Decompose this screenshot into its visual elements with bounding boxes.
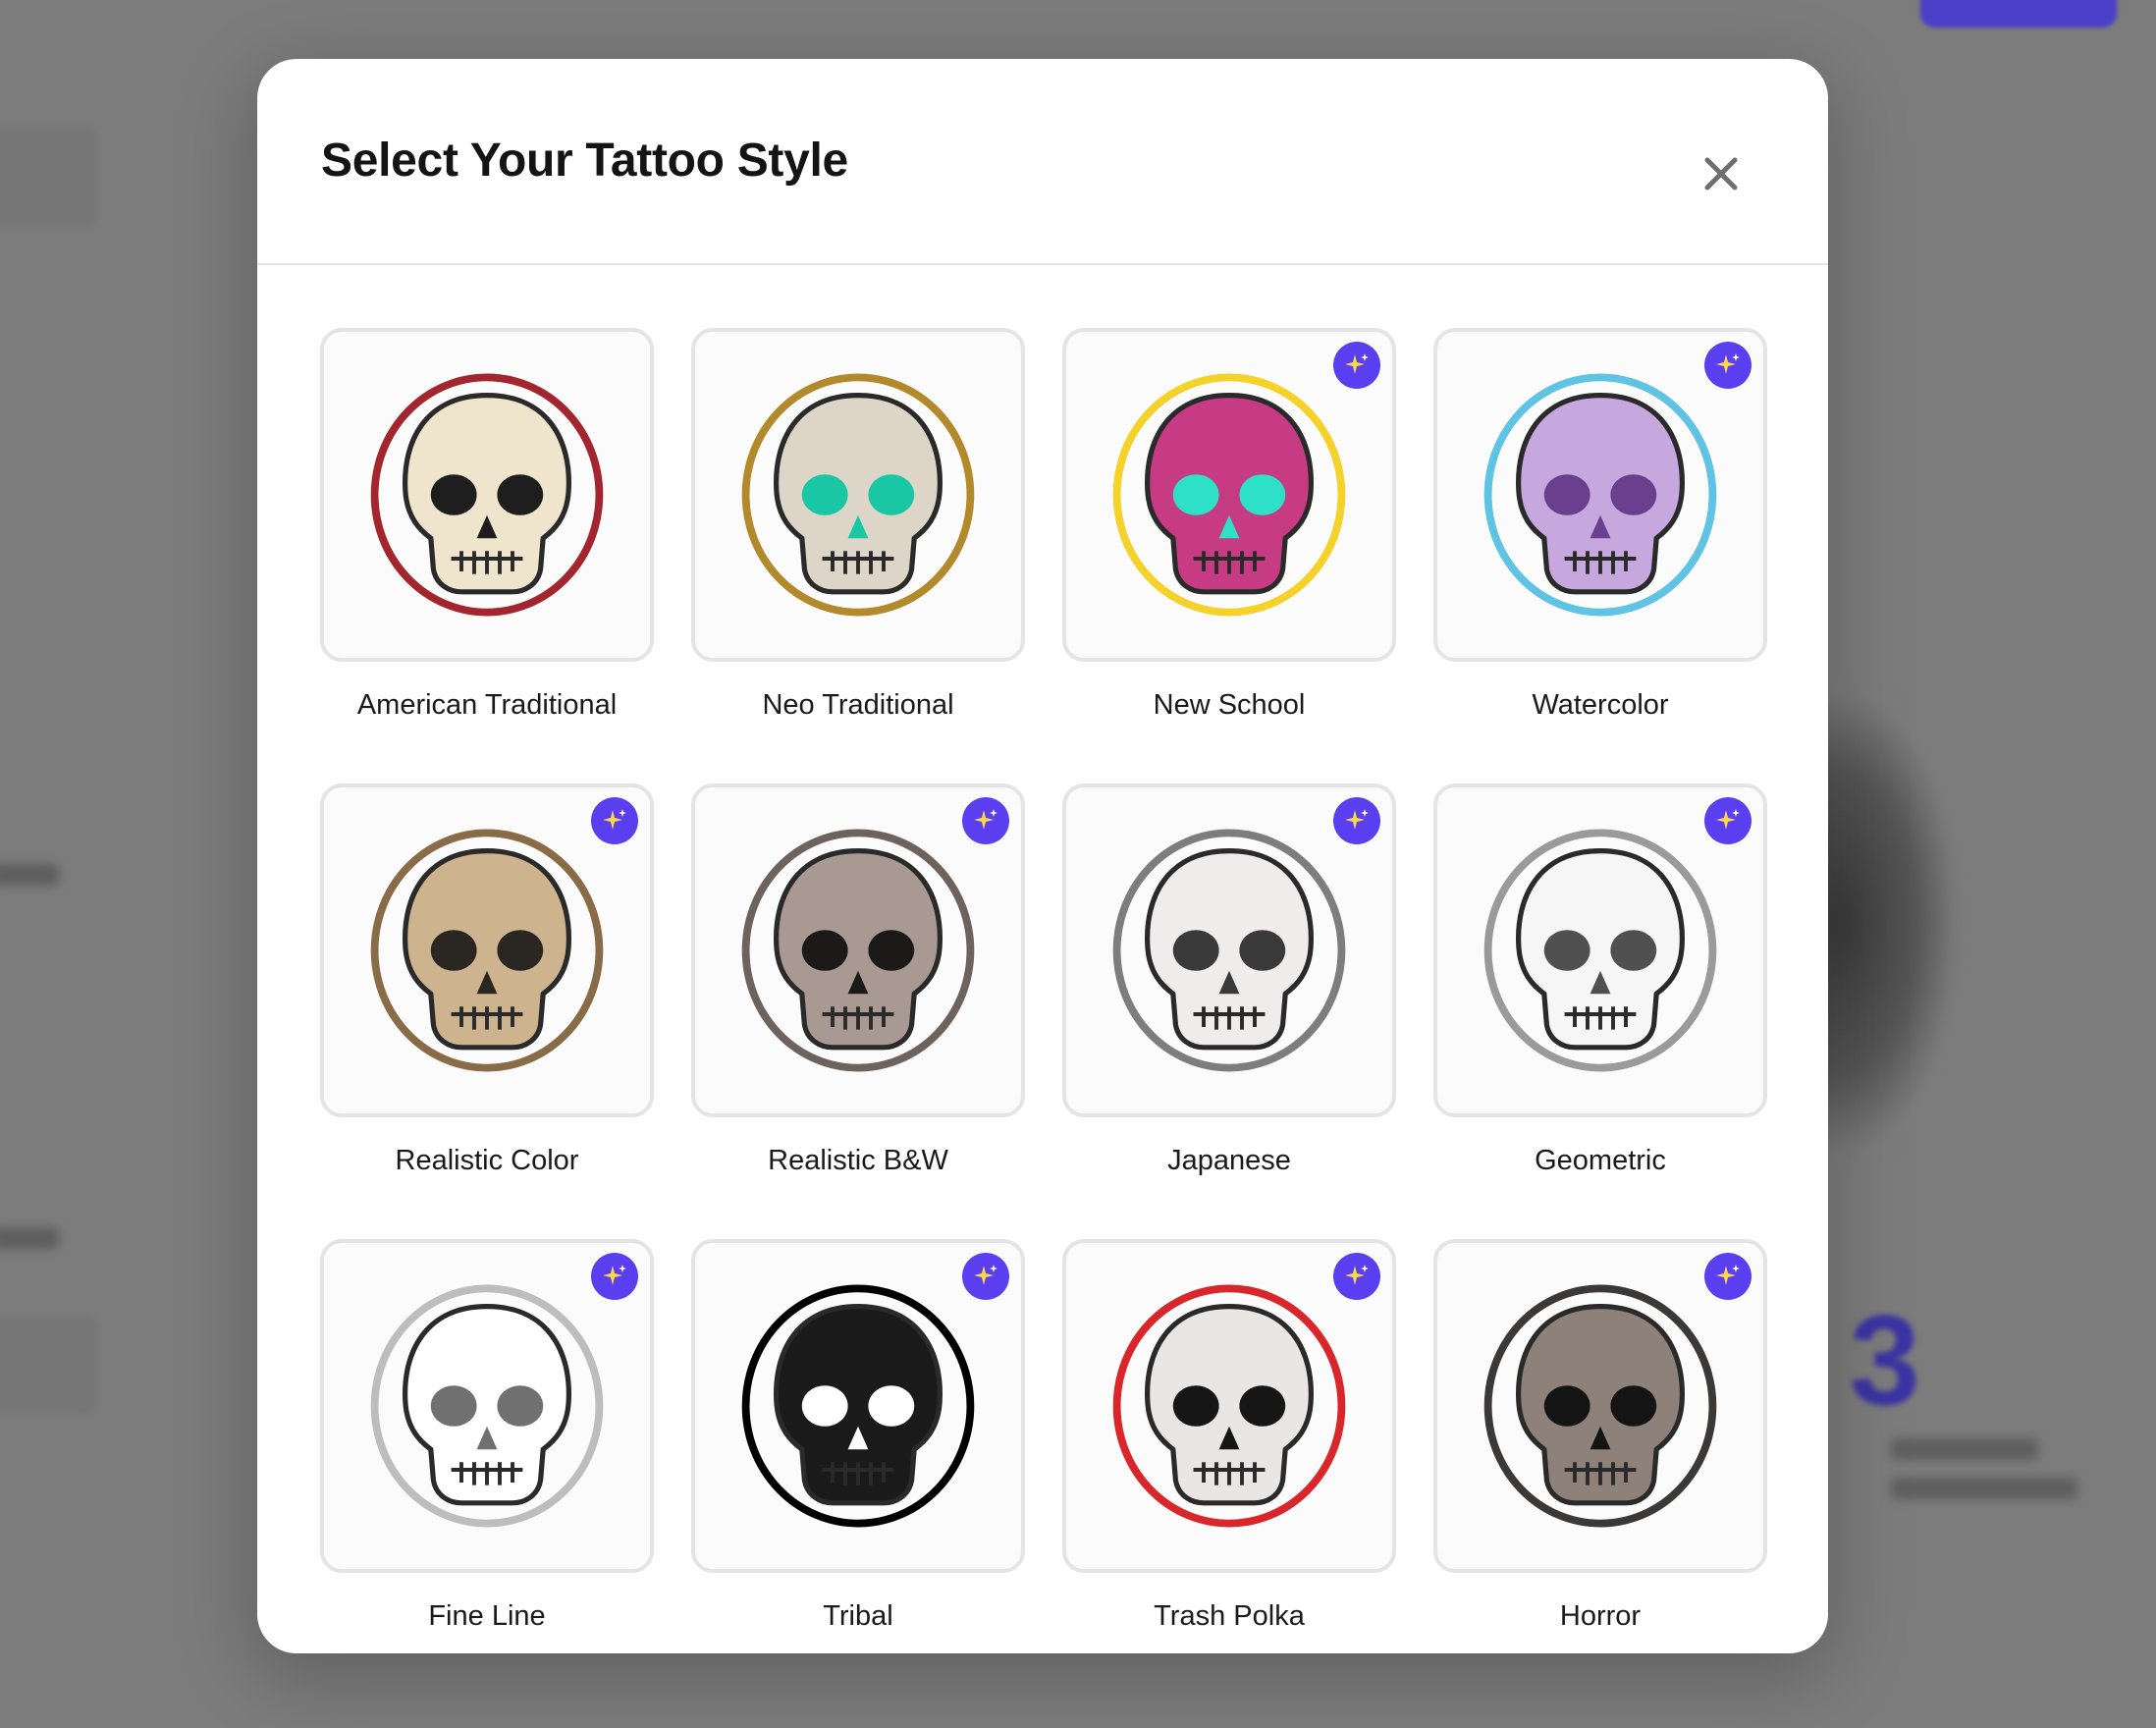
style-card-new-school[interactable]: New School <box>1062 328 1396 722</box>
sparkle-icon <box>1716 1265 1740 1285</box>
style-label: Watercolor <box>1532 689 1669 721</box>
background-panel <box>0 1316 98 1414</box>
style-card-neo-traditional[interactable]: Neo Traditional <box>691 328 1025 722</box>
style-label: Neo Traditional <box>762 689 954 721</box>
skull-illustration-icon <box>1483 829 1717 1072</box>
style-card-fine-line[interactable]: Fine Line <box>320 1239 654 1633</box>
style-card-geometric[interactable]: Geometric <box>1433 783 1767 1177</box>
style-thumbnail[interactable] <box>1433 1239 1767 1573</box>
style-label: Realistic B&W <box>768 1145 948 1176</box>
style-card-realistic-bandw[interactable]: Realistic B&W <box>691 783 1025 1177</box>
style-grid: American Traditional Neo Traditional New… <box>320 328 1767 1633</box>
modal-header: Select Your Tattoo Style <box>257 59 1828 265</box>
skull-illustration-icon <box>741 373 975 617</box>
ai-sparkle-badge <box>1704 342 1752 389</box>
close-icon <box>1704 157 1738 190</box>
sparkle-icon <box>603 1265 626 1285</box>
background-primary-button <box>1920 0 2117 27</box>
style-thumbnail[interactable] <box>691 1239 1025 1573</box>
style-label: Geometric <box>1535 1145 1666 1176</box>
style-thumbnail[interactable] <box>320 1239 654 1573</box>
style-thumbnail[interactable] <box>320 783 654 1117</box>
sparkle-icon <box>974 809 997 830</box>
sparkle-icon <box>974 1265 997 1285</box>
style-thumbnail[interactable] <box>1433 783 1767 1117</box>
background-text <box>0 864 59 886</box>
style-thumbnail[interactable] <box>1062 1239 1396 1573</box>
skull-illustration-icon <box>741 829 975 1072</box>
ai-sparkle-badge <box>962 797 1009 844</box>
style-card-realistic-color[interactable]: Realistic Color <box>320 783 654 1177</box>
style-thumbnail[interactable] <box>691 783 1025 1117</box>
ai-sparkle-badge <box>591 1253 638 1300</box>
style-thumbnail[interactable] <box>691 328 1025 662</box>
style-thumbnail[interactable] <box>1062 783 1396 1117</box>
ai-sparkle-badge <box>1333 342 1380 389</box>
style-label: Fine Line <box>428 1600 546 1632</box>
style-thumbnail[interactable] <box>320 328 654 662</box>
background-panel <box>0 128 98 226</box>
style-card-american-traditional[interactable]: American Traditional <box>320 328 654 722</box>
skull-illustration-icon <box>1483 373 1717 617</box>
style-label: Japanese <box>1167 1145 1291 1176</box>
style-label: Trash Polka <box>1154 1600 1305 1632</box>
close-button[interactable] <box>1687 139 1755 208</box>
ai-sparkle-badge <box>591 797 638 844</box>
background-text <box>1891 1438 2038 1460</box>
style-label: New School <box>1153 689 1306 721</box>
sparkle-icon <box>1345 809 1369 830</box>
ai-sparkle-badge <box>1333 1253 1380 1300</box>
style-label: American Traditional <box>356 689 618 721</box>
skull-illustration-icon <box>370 373 604 617</box>
sparkle-icon <box>1716 353 1740 374</box>
background-text <box>1891 1478 2077 1499</box>
skull-illustration-icon <box>1112 1284 1346 1528</box>
background-text <box>0 1227 59 1249</box>
style-card-horror[interactable]: Horror <box>1433 1239 1767 1633</box>
style-thumbnail[interactable] <box>1433 328 1767 662</box>
ai-sparkle-badge <box>962 1253 1009 1300</box>
background-step-number: 3 <box>1849 1288 1920 1431</box>
skull-illustration-icon <box>1483 1284 1717 1528</box>
skull-illustration-icon <box>370 829 604 1072</box>
modal-title: Select Your Tattoo Style <box>321 135 848 187</box>
skull-illustration-icon <box>1112 829 1346 1072</box>
skull-illustration-icon <box>1112 373 1346 617</box>
ai-sparkle-badge <box>1704 797 1752 844</box>
ai-sparkle-badge <box>1704 1253 1752 1300</box>
sparkle-icon <box>1345 353 1369 374</box>
style-thumbnail[interactable] <box>1062 328 1396 662</box>
style-card-trash-polka[interactable]: Trash Polka <box>1062 1239 1396 1633</box>
style-label: Tribal <box>823 1600 893 1632</box>
style-label: Realistic Color <box>395 1145 579 1176</box>
ai-sparkle-badge <box>1333 797 1380 844</box>
sparkle-icon <box>1345 1265 1369 1285</box>
sparkle-icon <box>603 809 626 830</box>
style-picker-modal: Select Your Tattoo Style American Tradit… <box>257 59 1828 1653</box>
style-card-watercolor[interactable]: Watercolor <box>1433 328 1767 722</box>
style-card-tribal[interactable]: Tribal <box>691 1239 1025 1633</box>
skull-illustration-icon <box>370 1284 604 1528</box>
sparkle-icon <box>1716 809 1740 830</box>
skull-illustration-icon <box>741 1284 975 1528</box>
style-label: Horror <box>1559 1600 1642 1632</box>
style-card-japanese[interactable]: Japanese <box>1062 783 1396 1177</box>
